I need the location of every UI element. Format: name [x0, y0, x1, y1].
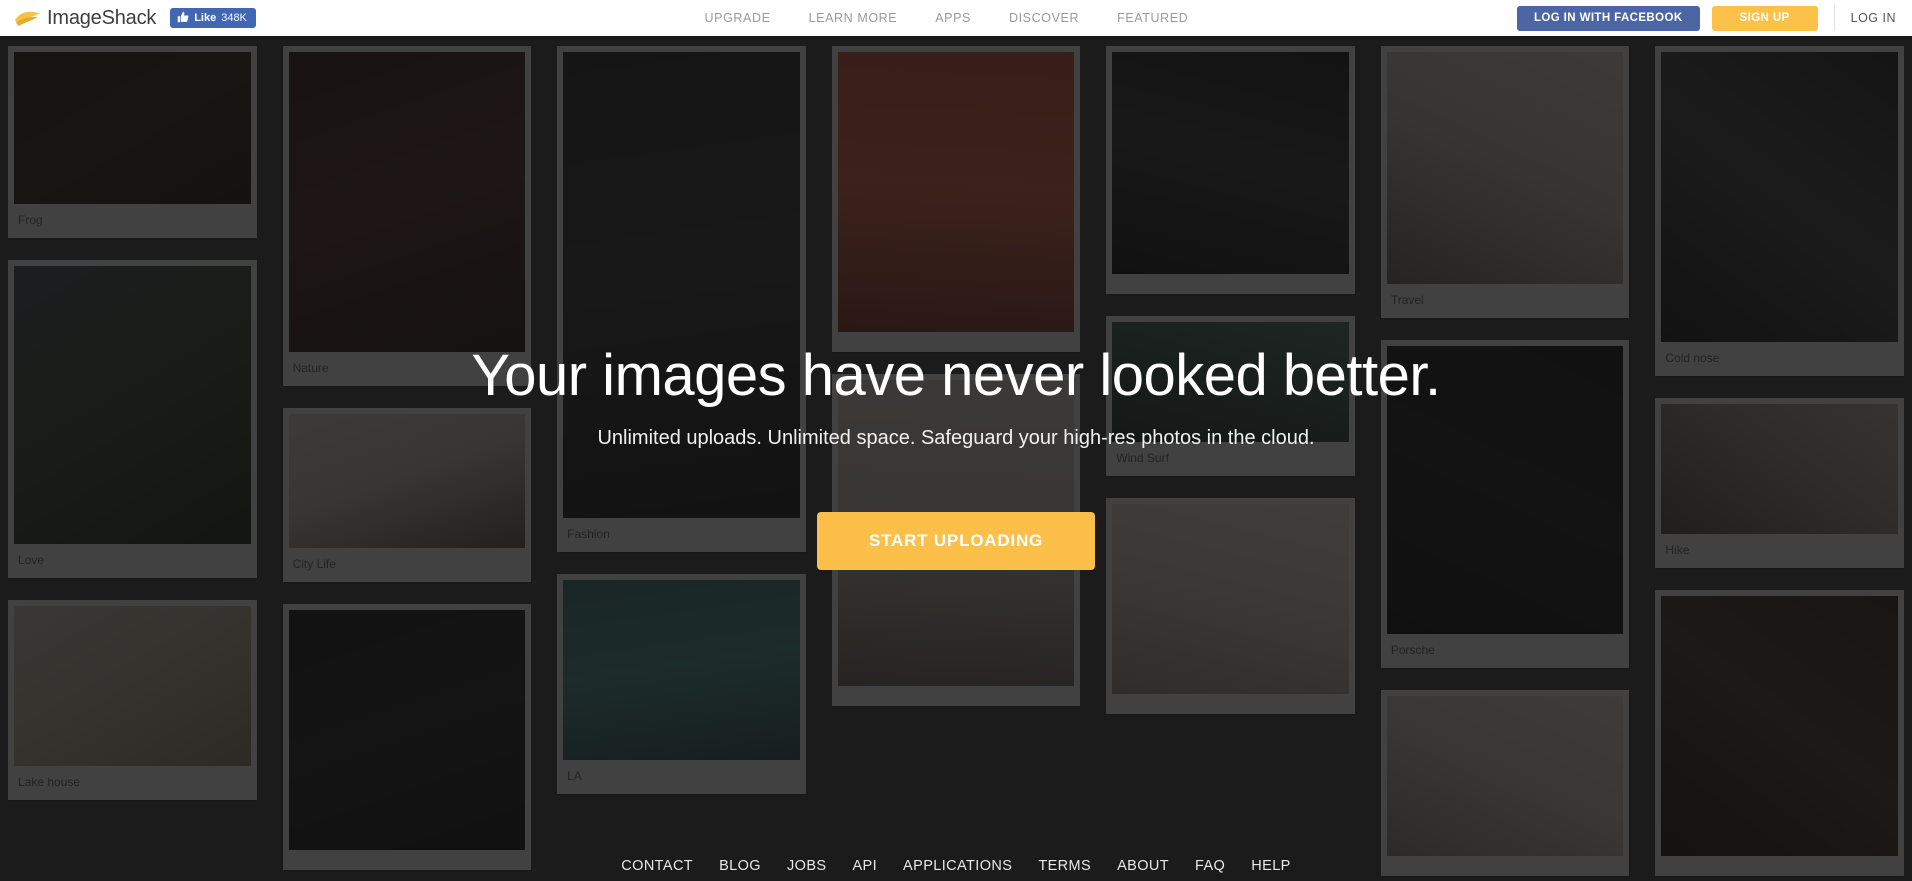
nav-item-featured[interactable]: FEATURED — [1117, 11, 1188, 25]
start-uploading-button[interactable]: START UPLOADING — [816, 511, 1096, 570]
hero-content: Your images have never looked better. Un… — [0, 343, 1912, 570]
signup-button[interactable]: SIGN UP — [1711, 5, 1818, 31]
header-actions: LOG IN WITH FACEBOOK SIGN UP LOG IN — [1516, 5, 1900, 31]
facebook-like-count: 348K — [221, 12, 247, 24]
footer-link-terms[interactable]: TERMS — [1038, 858, 1091, 874]
nav-item-discover[interactable]: DISCOVER — [1009, 11, 1079, 25]
footer-link-faq[interactable]: FAQ — [1195, 858, 1225, 874]
imageshack-bird-icon — [14, 8, 42, 28]
footer-link-applications[interactable]: APPLICATIONS — [903, 858, 1012, 874]
footer-link-help[interactable]: HELP — [1251, 858, 1290, 874]
site-header: ImageShack Like 348K UPGRADE LEARN MORE … — [0, 0, 1912, 36]
footer-link-about[interactable]: ABOUT — [1117, 858, 1169, 874]
nav-item-apps[interactable]: APPS — [935, 11, 971, 25]
footer-link-contact[interactable]: CONTACT — [621, 858, 693, 874]
page-title: Your images have never looked better. — [471, 343, 1441, 408]
footer-link-jobs[interactable]: JOBS — [787, 858, 826, 874]
facebook-like-button[interactable]: Like 348K — [170, 8, 256, 28]
nav-item-upgrade[interactable]: UPGRADE — [705, 11, 771, 25]
footer-link-api[interactable]: API — [852, 858, 877, 874]
brand-name: ImageShack — [47, 6, 157, 29]
header-divider — [1833, 5, 1835, 31]
thumbs-up-icon — [177, 11, 189, 26]
facebook-login-button[interactable]: LOG IN WITH FACEBOOK — [1516, 5, 1700, 31]
nav-item-learn-more[interactable]: LEARN MORE — [809, 11, 898, 25]
brand-logo[interactable]: ImageShack — [14, 7, 156, 30]
hero-subtitle: Unlimited uploads. Unlimited space. Safe… — [597, 426, 1315, 449]
hero-section: FrogLoveLake houseNatureCity LifeFashion… — [0, 36, 1912, 881]
login-link[interactable]: LOG IN — [1851, 11, 1900, 25]
footer-link-blog[interactable]: BLOG — [719, 858, 761, 874]
main-nav: UPGRADE LEARN MORE APPS DISCOVER FEATURE… — [585, 11, 1189, 25]
facebook-like-label: Like — [194, 12, 217, 24]
footer-links: CONTACT BLOG JOBS API APPLICATIONS TERMS ABOUT… — [0, 858, 1912, 874]
